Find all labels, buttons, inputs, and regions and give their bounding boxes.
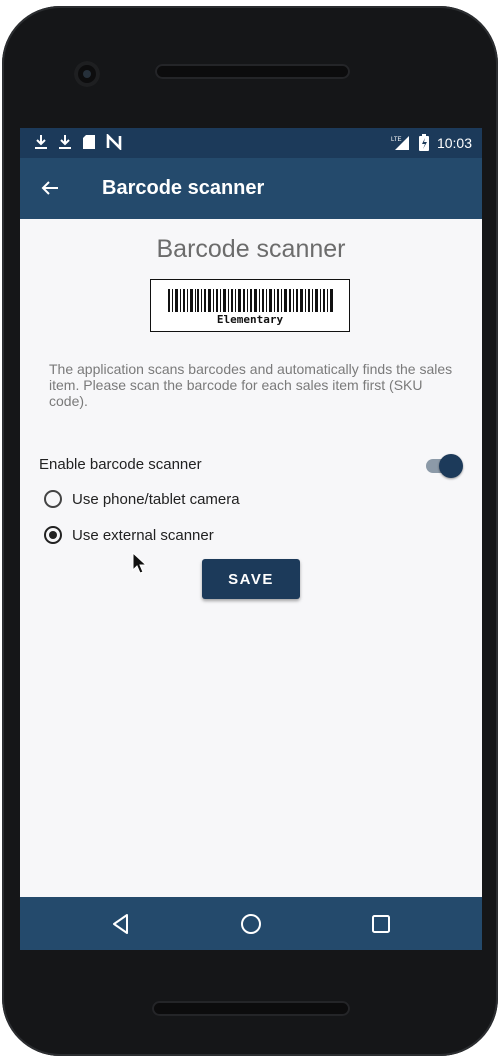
nfc-icon [106, 134, 122, 150]
barcode-caption: Elementary [216, 313, 284, 326]
page-title: Barcode scanner [156, 235, 346, 263]
lte-signal-icon: LTE [391, 135, 409, 150]
back-triangle-icon[interactable] [108, 911, 134, 937]
settings-content: Barcode scanner Elementary The applicati… [20, 219, 482, 897]
toolbar-title: Barcode scanner [102, 177, 265, 199]
option-external-scanner-label: Use external scanner [72, 526, 214, 544]
earpiece-speaker [155, 64, 350, 79]
front-camera [74, 61, 100, 87]
radio-camera[interactable] [44, 490, 62, 508]
svg-text:LTE: LTE [391, 137, 402, 143]
radio-external-scanner[interactable] [44, 526, 62, 544]
system-nav-bar [20, 897, 482, 950]
option-camera-label: Use phone/tablet camera [72, 490, 240, 508]
arrow-back-icon[interactable] [36, 174, 64, 202]
barcode-lines [168, 289, 333, 312]
battery-icon [418, 134, 429, 151]
bottom-speaker [152, 1001, 350, 1016]
mouse-cursor-icon [132, 552, 148, 574]
enable-barcode-switch[interactable] [423, 453, 463, 479]
home-circle-icon[interactable] [238, 911, 264, 937]
download-icon [35, 135, 47, 149]
phone-frame: LTE 10:03 Barcode scanner Barcode scanne… [2, 6, 498, 1056]
option-external-scanner[interactable]: Use external scanner [44, 522, 214, 548]
status-bar: LTE 10:03 [20, 128, 482, 158]
app-toolbar: Barcode scanner [20, 158, 482, 219]
clock: 10:03 [436, 134, 472, 151]
barcode-image: Elementary [150, 279, 350, 332]
save-button[interactable]: SAVE [202, 559, 300, 599]
enable-barcode-label: Enable barcode scanner [39, 456, 202, 473]
screen: LTE 10:03 Barcode scanner Barcode scanne… [20, 128, 482, 950]
switch-thumb [439, 454, 463, 478]
download-icon [59, 135, 71, 149]
option-camera[interactable]: Use phone/tablet camera [44, 486, 240, 512]
description-text: The application scans barcodes and autom… [49, 361, 453, 409]
sd-card-icon [83, 135, 95, 149]
recents-square-icon[interactable] [368, 911, 394, 937]
